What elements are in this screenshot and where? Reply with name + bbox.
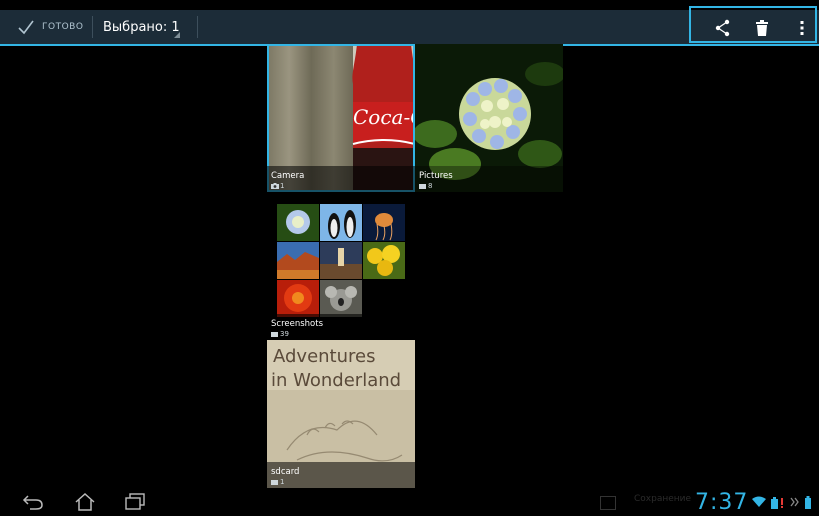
recent-apps-button[interactable]: [122, 492, 148, 512]
thumbnail-desert: [277, 242, 319, 279]
home-button[interactable]: [72, 492, 98, 512]
album-count: 1: [280, 478, 285, 486]
album-count: 1: [280, 182, 285, 190]
checkmark-icon: [18, 20, 34, 35]
notification-text[interactable]: Сохранение: [634, 494, 691, 504]
album-caption: Screenshots 39: [267, 314, 415, 340]
divider: [197, 16, 198, 38]
folder-icon: [271, 332, 278, 337]
album-tile-sdcard[interactable]: Adventures in Wonderland sdcard 1: [267, 340, 415, 488]
dropdown-indicator-icon: [174, 32, 180, 38]
thumbnail-jellyfish: [363, 204, 405, 241]
notification-image-icon[interactable]: [600, 496, 616, 510]
thumbnail-lighthouse: [320, 242, 362, 279]
selection-count-label: Выбрано: 1: [103, 19, 180, 35]
album-tile-pictures[interactable]: Pictures 8: [415, 44, 563, 192]
album-caption: Camera 1: [267, 166, 415, 192]
back-icon: [22, 495, 43, 510]
battery-icon: [805, 496, 811, 509]
folder-icon: [419, 184, 426, 189]
camera-icon: [271, 183, 279, 189]
book-title-line1: Adventures: [273, 346, 375, 367]
selection-count-dropdown[interactable]: Выбрано: 1: [103, 10, 180, 44]
album-thumbnail-grid: [277, 204, 406, 317]
thumbnail-tulips: [363, 242, 405, 279]
action-bar: ГОТОВО Выбрано: 1: [0, 6, 819, 46]
coca-cola-logo-text: Coca-Cola: [353, 105, 415, 129]
thumbnail-penguins: [320, 204, 362, 241]
done-button[interactable]: ГОТОВО: [0, 10, 92, 44]
battery-warning-icon: [771, 497, 783, 509]
divider: [92, 16, 93, 38]
album-count: 39: [280, 330, 289, 338]
album-caption: sdcard 1: [267, 462, 415, 488]
album-title: Pictures: [419, 171, 453, 181]
wifi-icon: [752, 496, 766, 507]
book-title-line2: in Wonderland: [271, 370, 401, 391]
done-label: ГОТОВО: [42, 22, 84, 32]
delete-button[interactable]: [750, 16, 774, 40]
system-bar: Сохранение 7:37: [0, 488, 819, 516]
album-tile-camera[interactable]: Coca-Cola Camera 1: [267, 44, 415, 192]
album-count: 8: [428, 182, 433, 190]
trash-icon: [756, 20, 768, 36]
folder-icon: [271, 480, 278, 485]
chevrons-icon: [790, 497, 799, 507]
thumbnail-chrysanthemum: [277, 280, 319, 317]
album-title: Camera: [271, 171, 305, 181]
clock[interactable]: 7:37: [695, 490, 748, 515]
album-caption: Pictures 8: [415, 166, 563, 192]
thumbnail-koala: [320, 280, 362, 317]
overflow-menu-icon: [800, 21, 804, 35]
album-title: sdcard: [271, 467, 300, 477]
back-button[interactable]: [20, 492, 46, 512]
thumbnail-hydrangea: [277, 204, 319, 241]
album-tile-screenshots[interactable]: Screenshots 39: [267, 192, 415, 340]
home-icon: [75, 493, 95, 511]
share-button[interactable]: [711, 16, 735, 40]
recent-apps-icon: [125, 493, 145, 510]
album-title: Screenshots: [271, 319, 324, 329]
share-icon: [715, 19, 730, 37]
overflow-menu-button[interactable]: [790, 16, 814, 40]
